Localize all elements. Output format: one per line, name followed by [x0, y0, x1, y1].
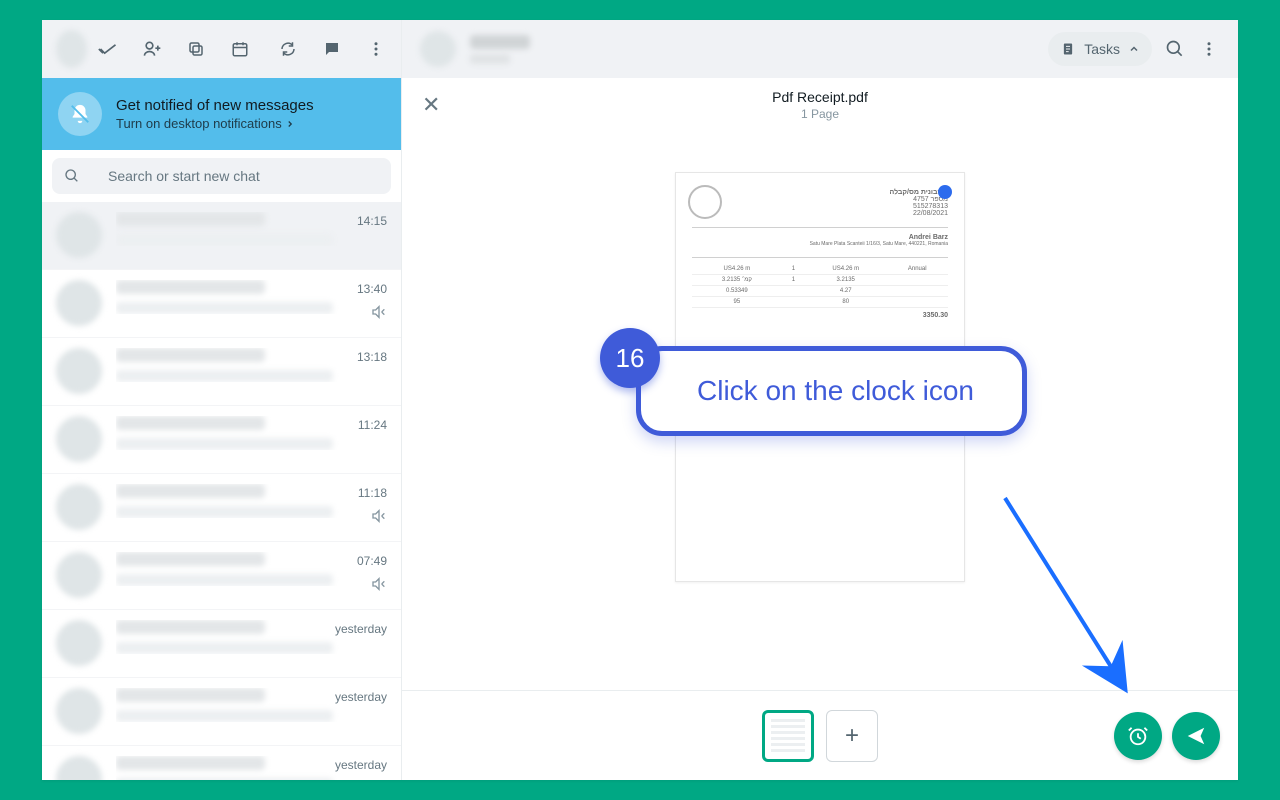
refresh-icon[interactable] [277, 38, 299, 60]
clipboard-icon [1060, 41, 1076, 57]
preview-footer: + [402, 690, 1238, 780]
search-chat-icon[interactable] [1164, 38, 1186, 60]
seal-icon [688, 185, 722, 219]
preview-pages: 1 Page [402, 107, 1238, 121]
preview-top: ✕ Pdf Receipt.pdf 1 Page [402, 78, 1238, 132]
calendar-icon[interactable] [229, 38, 251, 60]
clock-icon [1127, 725, 1149, 747]
preview-filename: Pdf Receipt.pdf [402, 89, 1238, 105]
send-button[interactable] [1172, 712, 1220, 760]
chat-list: 14:1513:4013:1811:2411:1807:49yesterdayy… [42, 202, 401, 780]
notification-action[interactable]: Turn on desktop notifications [116, 116, 314, 131]
step-number: 16 [600, 328, 660, 388]
receipt-table: US4.26 m1US4.26 mAnnual3.2135 קמ׳13.2135… [692, 264, 948, 308]
chat-menu-icon[interactable] [1198, 38, 1220, 60]
sidebar: Get notified of new messages Turn on des… [42, 20, 402, 780]
chat-item[interactable]: 13:18 [42, 338, 401, 406]
verified-badge-icon [938, 185, 952, 199]
notification-banner[interactable]: Get notified of new messages Turn on des… [42, 78, 401, 150]
chat-item[interactable]: 11:24 [42, 406, 401, 474]
copy-icon[interactable] [185, 38, 207, 60]
search-input[interactable]: Search or start new chat [52, 158, 391, 194]
search-container: Search or start new chat [42, 150, 401, 202]
chat-item[interactable]: 07:49 [42, 542, 401, 610]
notification-title: Get notified of new messages [116, 97, 314, 114]
main-header: Tasks [402, 20, 1238, 78]
instruction-text: Click on the clock icon [636, 346, 1027, 436]
contact-avatar[interactable] [420, 31, 456, 67]
menu-icon[interactable] [365, 38, 387, 60]
chat-item[interactable]: 13:40 [42, 270, 401, 338]
search-icon [64, 168, 80, 184]
bell-off-icon [58, 92, 102, 136]
chat-item[interactable]: 11:18 [42, 474, 401, 542]
chevron-up-icon [1128, 43, 1140, 55]
status-icon[interactable] [97, 38, 119, 60]
self-avatar[interactable] [56, 30, 87, 68]
contact-name [470, 35, 530, 49]
clock-button[interactable] [1114, 712, 1162, 760]
add-file-button[interactable]: + [826, 710, 878, 762]
chat-item[interactable]: yesterday [42, 746, 401, 780]
page-thumbnail[interactable] [762, 710, 814, 762]
chat-item[interactable]: 14:15 [42, 202, 401, 270]
message-icon[interactable] [321, 38, 343, 60]
new-chat-icon[interactable] [141, 38, 163, 60]
chat-item[interactable]: yesterday [42, 610, 401, 678]
chat-item[interactable]: yesterday [42, 678, 401, 746]
sidebar-header [42, 20, 401, 78]
tasks-button[interactable]: Tasks [1048, 32, 1152, 66]
contact-status [470, 54, 510, 64]
send-icon [1185, 725, 1207, 747]
search-placeholder: Search or start new chat [108, 168, 260, 184]
close-icon[interactable]: ✕ [422, 92, 446, 118]
